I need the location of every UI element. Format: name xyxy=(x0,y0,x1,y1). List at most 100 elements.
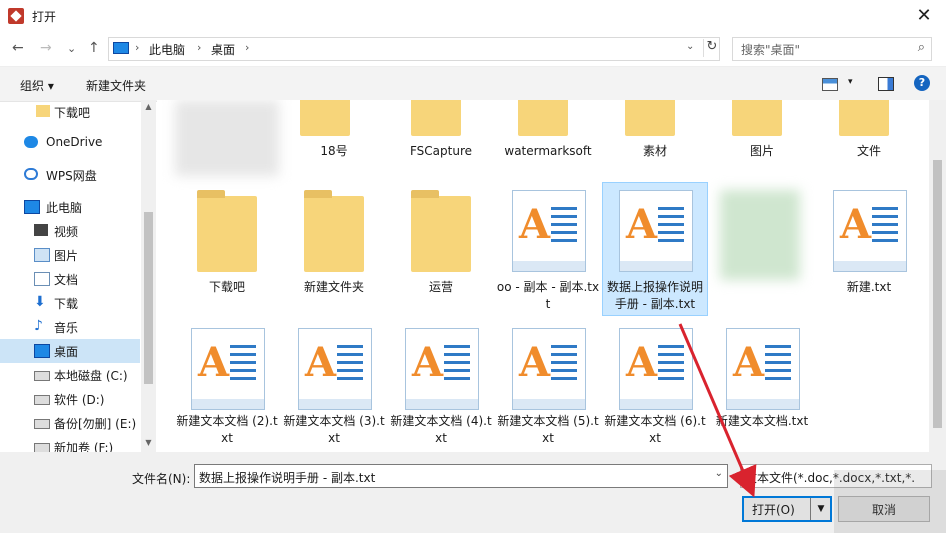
sidebar-item-videos[interactable]: 视频 xyxy=(0,219,140,243)
search-input[interactable]: 搜索"桌面" ⌕ xyxy=(732,37,932,61)
chevron-down-icon[interactable]: ▾ xyxy=(848,77,853,87)
sidebar-item-music[interactable]: ♪ 音乐 xyxy=(0,315,140,339)
sidebar-item-this-pc[interactable]: 此电脑 xyxy=(0,195,140,219)
file-name: 运营 xyxy=(428,280,453,294)
chevron-down-icon[interactable]: ⌄ xyxy=(715,468,723,479)
blurred-thumbnail xyxy=(175,100,279,176)
recent-locations-icon[interactable]: ⌄ xyxy=(67,42,76,55)
file-dialog-footer: 文件名(N): 数据上报操作说明手册 - 副本.txt ⌄ 文本文件(*.doc… xyxy=(0,452,946,533)
folder-icon xyxy=(300,100,350,136)
file-name: 新建.txt xyxy=(846,280,892,294)
new-folder-button[interactable]: 新建文件夹 xyxy=(86,77,146,94)
sidebar-item-pictures[interactable]: 图片 xyxy=(0,243,140,267)
folder-tile[interactable]: 图片 xyxy=(710,100,814,164)
file-tile[interactable]: A oo - 副本 - 副本.txt xyxy=(496,184,600,312)
help-icon[interactable]: ? xyxy=(914,75,930,91)
sidebar-item-label: 音乐 xyxy=(54,321,79,335)
folder-icon xyxy=(732,100,782,136)
back-arrow-icon[interactable]: ← xyxy=(12,40,24,56)
breadcrumb-separator: › xyxy=(197,41,202,54)
file-list: 18号 FSCapture watermarksoft 素材 图片 文件 下载吧… xyxy=(157,100,929,452)
sidebar-item-drive-e[interactable]: 备份[勿删] (E:) xyxy=(0,411,140,435)
organize-button[interactable]: 组织 ▾ xyxy=(20,77,54,94)
view-mode-icon[interactable] xyxy=(822,78,838,91)
sidebar-item-downloadba[interactable]: 下载吧 xyxy=(0,100,140,124)
download-icon: ⬇ xyxy=(34,294,46,310)
sidebar-scrollbar[interactable]: ▲ ▼ xyxy=(141,100,156,452)
file-name: 文件 xyxy=(856,144,881,158)
scrollbar-thumb[interactable] xyxy=(933,160,942,428)
folder-tile[interactable]: 18号 xyxy=(282,100,386,164)
scroll-down-icon[interactable]: ▼ xyxy=(141,438,156,447)
sidebar-item-drive-d[interactable]: 软件 (D:) xyxy=(0,387,140,411)
sidebar-item-downloads[interactable]: ⬇ 下载 xyxy=(0,291,140,315)
file-name: 数据上报操作说明手册 - 副本.txt xyxy=(606,280,703,311)
folder-icon xyxy=(518,100,568,136)
file-tile[interactable]: A 新建文本文档 (2).txt xyxy=(175,322,279,450)
sidebar-item-drive-f[interactable]: 新加卷 (F:) xyxy=(0,435,140,452)
sidebar-item-documents[interactable]: 文档 xyxy=(0,267,140,291)
folder-tile[interactable]: watermarksoft xyxy=(496,100,600,164)
file-name: 18号 xyxy=(320,144,348,158)
file-name: 新建文本文档 (6).txt xyxy=(604,414,706,445)
text-file-icon: A xyxy=(619,328,693,410)
file-name: 下载吧 xyxy=(208,280,245,294)
drive-icon xyxy=(34,443,50,452)
file-tile[interactable]: A 新建文本文档 (4).txt xyxy=(389,322,493,450)
sidebar-item-label: 下载吧 xyxy=(54,106,91,120)
file-tile[interactable]: A 新建文本文档 (5).txt xyxy=(496,322,600,450)
scroll-up-icon[interactable]: ▲ xyxy=(141,102,156,111)
sidebar-item-onedrive[interactable]: OneDrive xyxy=(0,131,140,155)
folder-tile[interactable]: 新建文件夹 xyxy=(282,184,386,312)
scrollbar-thumb[interactable] xyxy=(144,212,153,384)
sidebar-item-label: 文档 xyxy=(54,273,79,287)
sidebar-item-desktop[interactable]: 桌面 xyxy=(0,339,140,363)
breadcrumb-desktop[interactable]: 桌面 xyxy=(211,41,235,58)
sidebar-item-wps[interactable]: WPS网盘 xyxy=(0,163,140,187)
breadcrumb-separator[interactable]: › xyxy=(245,41,249,54)
folder-icon xyxy=(411,190,471,272)
file-tile-selected[interactable]: A 数据上报操作说明手册 - 副本.txt xyxy=(602,182,708,316)
document-icon xyxy=(34,272,50,286)
file-tile[interactable]: A 新建.txt xyxy=(817,184,921,312)
drive-icon xyxy=(34,395,50,405)
forward-arrow-icon[interactable]: → xyxy=(40,40,52,56)
folder-tile[interactable]: FSCapture xyxy=(389,100,493,164)
open-button[interactable]: 打开(O) ▼ xyxy=(742,496,832,522)
folder-tile[interactable]: 文件 xyxy=(817,100,921,164)
video-icon xyxy=(34,224,48,236)
search-icon[interactable]: ⌕ xyxy=(918,40,925,55)
sidebar-item-label: 软件 (D:) xyxy=(54,393,105,407)
title-bar: 打开 ✕ xyxy=(0,0,946,32)
sidebar-item-drive-c[interactable]: 本地磁盘 (C:) xyxy=(0,363,140,387)
music-icon: ♪ xyxy=(34,318,43,334)
open-button-label: 打开(O) xyxy=(752,503,795,517)
file-tile[interactable]: A 新建文本文档.txt xyxy=(710,322,814,450)
file-name: watermarksoft xyxy=(504,144,592,158)
folder-tile[interactable]: 下载吧 xyxy=(175,184,279,312)
text-file-icon: A xyxy=(619,190,693,272)
folder-tile[interactable]: 运营 xyxy=(389,184,493,312)
text-file-icon: A xyxy=(512,190,586,272)
text-file-icon: A xyxy=(191,328,265,410)
file-tile[interactable] xyxy=(710,184,814,312)
drive-icon xyxy=(34,419,50,429)
up-arrow-icon[interactable]: ↑ xyxy=(88,40,100,56)
folder-icon xyxy=(36,105,50,117)
preview-pane-icon[interactable] xyxy=(878,77,894,91)
close-button[interactable]: ✕ xyxy=(910,2,938,30)
filename-input[interactable]: 数据上报操作说明手册 - 副本.txt ⌄ xyxy=(194,464,728,488)
breadcrumb-this-pc[interactable]: 此电脑 xyxy=(149,41,185,58)
file-tile[interactable] xyxy=(175,100,279,180)
content-scrollbar[interactable] xyxy=(929,100,946,452)
file-tile[interactable]: A 新建文本文档 (3).txt xyxy=(282,322,386,450)
refresh-icon[interactable]: ↻ xyxy=(703,39,720,57)
file-tile[interactable]: A 新建文本文档 (6).txt xyxy=(603,322,707,450)
app-icon xyxy=(8,8,24,24)
chevron-down-icon[interactable]: ⌄ xyxy=(686,41,694,52)
address-bar[interactable]: › 此电脑 › 桌面 › ⌄ ↻ xyxy=(108,37,720,61)
folder-tile[interactable]: 素材 xyxy=(603,100,707,164)
sidebar-item-label: 此电脑 xyxy=(46,201,83,215)
open-dropdown-icon[interactable]: ▼ xyxy=(810,498,831,520)
folder-icon xyxy=(411,100,461,136)
